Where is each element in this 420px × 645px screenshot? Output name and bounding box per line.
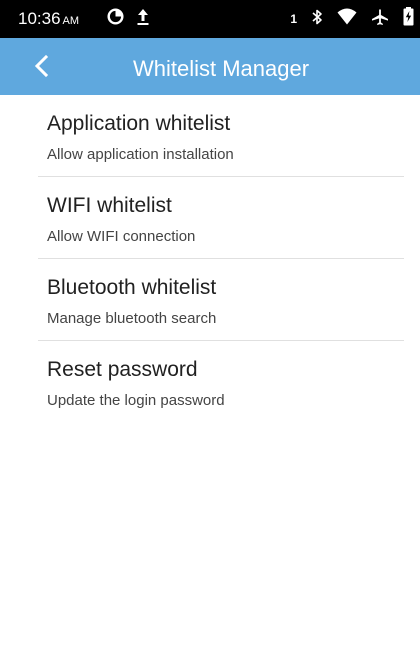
menu-item-title: Bluetooth whitelist xyxy=(47,276,217,299)
whitelist-menu: Application whitelist Allow application … xyxy=(0,95,420,423)
sim-number: 1 xyxy=(290,12,297,26)
upload-icon xyxy=(136,8,150,31)
app-bar: Whitelist Manager xyxy=(0,38,420,95)
menu-item-wifi-whitelist[interactable]: WIFI whitelist Allow WIFI connection xyxy=(0,177,420,259)
status-time: 10:36 AM xyxy=(18,9,79,29)
ampm-text: AM xyxy=(62,15,80,27)
battery-charging-icon xyxy=(403,7,414,31)
menu-item-subtitle: Allow application installation xyxy=(47,146,234,163)
menu-item-title: Reset password xyxy=(47,358,198,381)
menu-item-subtitle: Allow WIFI connection xyxy=(47,228,196,245)
menu-item-bluetooth-whitelist[interactable]: Bluetooth whitelist Manage bluetooth sea… xyxy=(0,259,420,341)
menu-item-reset-password[interactable]: Reset password Update the login password xyxy=(0,341,420,423)
wifi-icon xyxy=(337,8,357,30)
page-title: Whitelist Manager xyxy=(132,56,310,81)
menu-item-subtitle: Manage bluetooth search xyxy=(47,310,217,327)
airplane-icon xyxy=(371,8,389,31)
system-icons: 1 xyxy=(290,7,414,31)
notification-icons xyxy=(107,8,150,30)
menu-item-title: WIFI whitelist xyxy=(47,194,172,217)
data-saver-icon xyxy=(107,8,124,30)
bluetooth-icon xyxy=(311,8,323,31)
time-text: 10:36 xyxy=(18,9,61,28)
menu-item-title: Application whitelist xyxy=(47,112,231,135)
menu-item-application-whitelist[interactable]: Application whitelist Allow application … xyxy=(0,95,420,177)
menu-item-subtitle: Update the login password xyxy=(47,392,225,409)
status-bar: 10:36 AM 1 xyxy=(0,0,420,38)
